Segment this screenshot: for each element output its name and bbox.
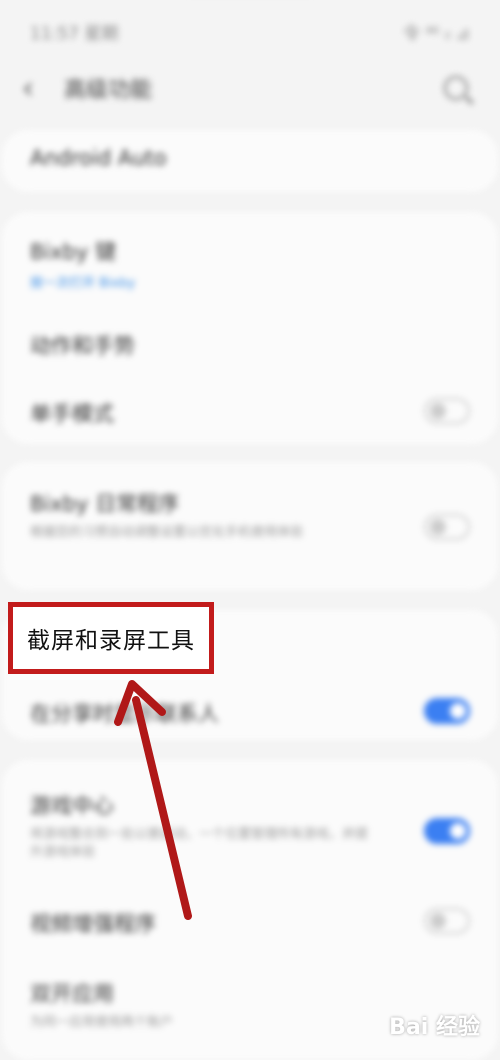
video-enhancer-item[interactable]: 视频增强程序 (30, 908, 378, 938)
status-time: 11:57 星期 (30, 23, 119, 44)
android-auto-label: Android Auto (30, 146, 167, 170)
top-app-bar: ‹ 高级功能 (0, 62, 500, 114)
show-contacts-toggle[interactable] (424, 698, 470, 724)
dual-messenger-title: 双开应用 (30, 982, 114, 1006)
card-bixby: Bixby 键 按一次打开 Bixby 动作和手势 单手模式 (2, 212, 498, 444)
one-hand-mode-toggle[interactable] (424, 398, 470, 424)
card-bixby-routines: Bixby 日常程序 根据您的习惯自动调整设置以优化手机使用体验 (2, 462, 498, 590)
one-hand-mode-item[interactable]: 单手模式 (30, 398, 470, 428)
motions-gestures-label: 动作和手势 (30, 334, 135, 358)
screenshot-recorder-label: 截屏和录屏工具 (27, 628, 195, 654)
game-launcher-toggle[interactable] (424, 818, 470, 844)
bixby-key-title: Bixby 键 (30, 240, 117, 264)
game-launcher-subtitle: 将游戏整合到一处以便启动，一个位置管理所有游戏，并提升游戏体验 (30, 827, 369, 860)
bixby-routines-title: Bixby 日常程序 (30, 492, 180, 516)
game-launcher-item[interactable]: 游戏中心 将游戏整合到一处以便启动，一个位置管理所有游戏，并提升游戏体验 (30, 790, 378, 862)
search-icon[interactable] (444, 76, 468, 100)
video-enhancer-label: 视频增强程序 (30, 912, 156, 936)
status-icons: 令 ⁴⁶ ᵢₗ ⊿ (403, 23, 470, 44)
screenshot-recorder-highlight[interactable]: 截屏和录屏工具 (8, 602, 214, 674)
card-android-auto[interactable]: Android Auto (2, 130, 498, 192)
page-title: 高级功能 (64, 78, 153, 103)
bixby-key-subtitle: 按一次打开 Bixby (30, 276, 136, 291)
dual-messenger-item[interactable]: 双开应用 为同一应用使用两个账户 (30, 978, 378, 1032)
bixby-key-item[interactable]: Bixby 键 按一次打开 Bixby (30, 236, 470, 291)
game-launcher-title: 游戏中心 (30, 794, 114, 818)
baidu-watermark: Bai 经验 (389, 1015, 480, 1040)
video-enhancer-toggle[interactable] (424, 908, 470, 934)
bixby-routines-subtitle: 根据您的习惯自动调整设置以优化手机使用体验 (30, 525, 304, 540)
one-hand-mode-label: 单手模式 (30, 402, 114, 426)
bixby-routines-toggle[interactable] (424, 514, 470, 540)
show-contacts-item[interactable]: 在分享时显示联系人 (30, 698, 378, 728)
status-bar: 11:57 星期 令 ⁴⁶ ᵢₗ ⊿ (0, 0, 500, 62)
back-arrow-icon[interactable]: ‹ (22, 71, 58, 106)
bixby-routines-item[interactable]: Bixby 日常程序 根据您的习惯自动调整设置以优化手机使用体验 (30, 488, 378, 542)
motions-gestures-item[interactable]: 动作和手势 (30, 330, 470, 360)
show-contacts-label: 在分享时显示联系人 (30, 702, 219, 726)
dual-messenger-subtitle: 为同一应用使用两个账户 (30, 1015, 174, 1030)
